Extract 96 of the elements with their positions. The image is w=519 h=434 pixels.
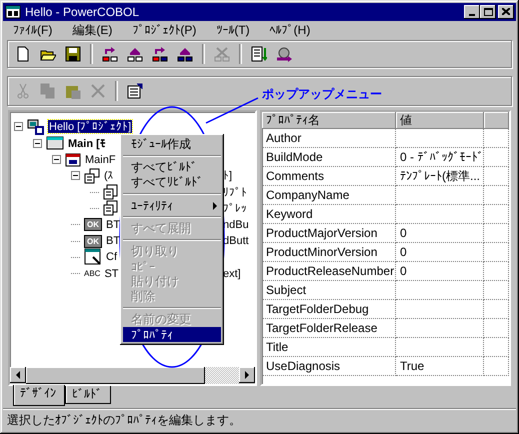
scroll-left-button[interactable] [10,367,26,383]
tab[interactable]: ﾋﾞﾙﾄﾞ [65,386,111,404]
text-label-icon: ABC [84,268,100,280]
tool-icon [214,46,230,62]
table-cell [484,148,509,167]
property-name: Author [262,128,396,148]
property-name: Title [262,338,396,357]
table-cell [484,262,509,281]
property-value[interactable]: 0 - ﾃﾞﾊﾞｯｸﾞﾓｰﾄﾞ [396,148,484,167]
ok-icon: OK [84,234,102,248]
build-icon [127,46,143,62]
form-icon [65,152,81,168]
tree-item[interactable]: BT [105,235,122,248]
property-value[interactable]: True [396,356,484,376]
delete-icon [90,82,106,99]
save-icon [65,46,81,62]
property-name: Keyword [262,204,396,224]
table-cell [484,186,509,205]
property-name: TargetFolderDebug [262,300,396,319]
property-name: Comments [262,166,396,186]
column-header[interactable]: 値 [396,112,484,129]
list-arrow-icon [251,46,267,62]
build-icon [152,46,168,62]
maximize-button[interactable] [480,4,496,19]
tree-item-text: ext] [223,268,241,280]
collapse-toggle[interactable] [71,171,80,180]
menu-item[interactable]: ﾌﾟﾛｼﾞｪｸﾄ(P) [126,23,202,38]
tree-item[interactable]: Main [ﾓ [67,136,107,150]
property-name: CompanyName [262,186,396,205]
close-button[interactable] [498,4,514,19]
new-file-icon [15,46,31,62]
property-value[interactable]: 0 [396,242,484,262]
module-icon [46,135,64,152]
build-icon [177,46,193,62]
table-cell [484,166,509,186]
maximize-icon [484,8,492,16]
window-title: Hello - PowerCOBOL [25,4,140,19]
property-value[interactable]: 0 [396,224,484,243]
menu-item[interactable]: ﾍﾙﾌﾟ(H) [264,23,316,38]
status-text: 選択したｵﾌﾞｼﾞｪｸﾄのﾌﾟﾛﾊﾟﾃｨを編集します。 [3,408,516,431]
globe-arrow-icon [276,46,292,62]
menu-item[interactable]: 編集(E) [66,22,118,39]
minimize-button[interactable] [464,4,480,19]
property-name: ProductMinorVersion [262,242,396,262]
table-cell [484,224,509,243]
properties-icon [127,82,143,99]
table-cell [484,338,509,357]
property-name: BuildMode [262,148,396,167]
menu-item[interactable]: ﾂｰﾙ(T) [210,23,256,38]
property-name: UseDiagnosis [262,356,396,376]
property-name: Subject [262,280,396,300]
document-icon [103,184,119,200]
app-icon [5,4,21,20]
right-arrow-icon [244,371,250,379]
windows-icon [84,168,100,184]
build-icon [102,46,118,62]
tree-item[interactable]: Hello [ﾌﾟﾛｼﾞｪｸﾄ] [48,120,132,134]
close-icon [502,8,510,16]
collapse-toggle[interactable] [52,155,61,164]
tree-item-text: ﾘﾌﾟﾄ [223,186,247,199]
minimize-icon [469,14,475,16]
property-value[interactable]: ﾃﾝﾌﾟﾚｰﾄ(標準... [396,166,484,186]
scrollbar-thumb[interactable] [26,367,205,384]
table-cell [484,280,509,300]
collapse-toggle[interactable] [14,122,23,132]
tree-item[interactable]: Cf [105,251,118,264]
table-cell [484,128,509,148]
table-cell [484,318,509,338]
computer-icon [27,118,45,135]
tree-item[interactable]: ST [103,268,120,280]
tree-item[interactable]: MainF [84,154,117,166]
column-header[interactable] [484,112,509,129]
scroll-right-button[interactable] [239,367,255,383]
copy-icon [40,82,56,99]
ok-icon: OK [84,218,102,232]
property-name: ProductReleaseNumber [262,262,396,281]
tree-item-text: ﾄ] [223,169,232,182]
column-header[interactable]: ﾌﾟﾛﾊﾟﾃｨ名 [262,112,396,129]
property-value[interactable]: 0 [396,262,484,281]
left-arrow-icon [15,371,21,379]
table-cell [484,242,509,262]
table-cell [484,204,509,224]
leader-line [206,97,258,124]
property-name: TargetFolderRelease [262,318,396,338]
window-icon [84,248,102,266]
scissors-icon [15,82,31,99]
tree-item[interactable]: (ｽ [103,169,115,182]
document-icon [103,200,119,216]
table-cell [484,356,509,376]
collapse-toggle[interactable] [33,138,42,148]
callout-label: ポップアップメニュー [262,86,382,103]
tree-item-text: ﾌﾟﾚｯ [223,202,247,215]
tab[interactable]: ﾃﾞｻﾞｲﾝ [13,385,65,406]
table-cell [484,300,509,319]
property-name: ProductMajorVersion [262,224,396,243]
menu-item[interactable]: ﾌｧｲﾙ(F) [7,23,58,38]
